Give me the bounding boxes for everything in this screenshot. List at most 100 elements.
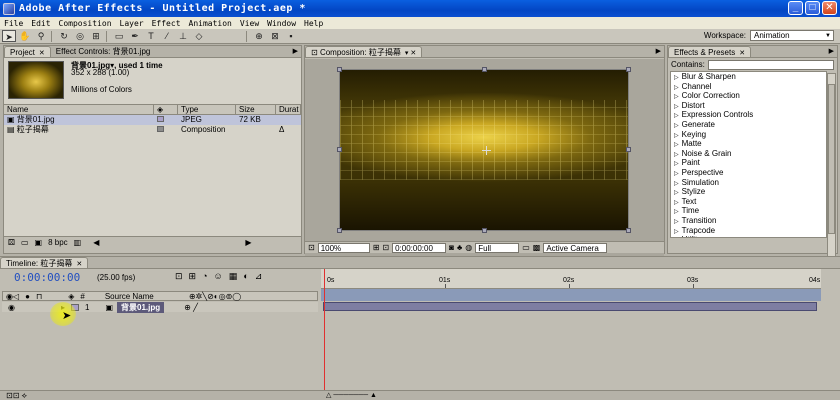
workspace-dropdown[interactable]: Animation [750, 30, 834, 41]
panel-menu-icon[interactable]: ▶ [656, 47, 661, 55]
title-action-safe-icon[interactable]: ⊞ [373, 243, 380, 252]
layer-duration-bar[interactable] [323, 302, 817, 311]
time-ruler[interactable]: 0s 01s 02s 03s 04s [321, 269, 821, 289]
effects-category-item[interactable]: ▷ Stylize [671, 187, 826, 197]
expand-triangle-icon[interactable]: ▷ [674, 94, 679, 100]
expand-triangle-icon[interactable]: ▷ [674, 181, 679, 187]
timeline-current-time[interactable]: 0:00:00:00 [14, 271, 80, 284]
composition-mini-flowchart-icon[interactable]: ⊡ [175, 271, 183, 282]
expand-triangle-icon[interactable]: ▷ [674, 113, 679, 119]
source-name-column[interactable]: Source Name [102, 292, 186, 301]
effects-category-item[interactable]: ▷Utility [671, 235, 826, 237]
menu-animation[interactable]: Animation [185, 19, 236, 28]
current-time-field[interactable]: 0:00:00:00 [392, 242, 447, 253]
expand-triangle-icon[interactable]: ▷ [674, 123, 679, 129]
column-header-duration[interactable]: Durat [276, 105, 301, 114]
effects-category-item[interactable]: ▷ Text [671, 197, 826, 207]
world-axis-mode-icon[interactable]: ⊠ [268, 30, 282, 42]
resolution-dropdown[interactable]: Full [475, 242, 520, 253]
effects-category-item[interactable]: ▷ Expression Controls [671, 110, 826, 120]
layer-handle[interactable] [337, 228, 342, 233]
column-header-size[interactable]: Size [236, 105, 276, 114]
magnification-dropdown[interactable]: 100% [317, 242, 370, 253]
menu-view[interactable]: View [236, 19, 263, 28]
effects-category-item[interactable]: ▷ Keying [671, 130, 826, 140]
column-header-type[interactable]: Type [178, 105, 236, 114]
snapshot-icon[interactable]: ◙ [449, 243, 454, 252]
effects-category-item[interactable]: ▷ Transition [671, 216, 826, 226]
brush-tool-icon[interactable]: ⁄ [160, 30, 174, 42]
effects-category-item[interactable]: ▷ Time [671, 206, 826, 216]
layer-handle[interactable] [626, 67, 631, 72]
contains-search-input[interactable] [707, 59, 834, 70]
scroll-right-icon[interactable]: ▶ [245, 238, 251, 247]
motion-blur-icon[interactable]: ◐ [243, 271, 248, 282]
expand-triangle-icon[interactable]: ▷ [674, 152, 679, 158]
menu-edit[interactable]: Edit [27, 19, 54, 28]
label-color-swatch[interactable] [157, 126, 164, 132]
effects-category-item[interactable]: ▷ Color Correction [671, 91, 826, 101]
table-row[interactable]: ▤ 粒子揭幕 Composition Δ [4, 125, 301, 135]
column-header-name[interactable]: Name [4, 105, 154, 114]
panel-menu-icon[interactable]: ▶ [293, 47, 298, 55]
expand-triangle-icon[interactable]: ▷ [674, 85, 679, 91]
menu-file[interactable]: File [0, 19, 27, 28]
solo-column-icon[interactable]: ● [22, 292, 33, 301]
panel-menu-icon[interactable]: ▶ [829, 47, 834, 55]
layer-handle[interactable] [626, 228, 631, 233]
rotation-tool-icon[interactable]: ↻ [57, 30, 71, 42]
mask-view-icon[interactable]: ⊡ [382, 243, 389, 252]
label-color-swatch[interactable] [157, 116, 164, 122]
effects-category-item[interactable]: ▷ Paint [671, 158, 826, 168]
zoom-out-icon[interactable]: △ ─────── ▲ [326, 391, 377, 399]
eye-icon[interactable]: ◉ [8, 303, 15, 312]
layer-handle[interactable] [626, 147, 631, 152]
camera-view-dropdown[interactable]: Active Camera [543, 242, 608, 253]
tab-effect-controls[interactable]: Effect Controls: 背景01.jpg [51, 46, 156, 57]
label-column-icon[interactable]: ◈ [65, 292, 77, 301]
graph-editor-icon[interactable]: ⊿ [255, 271, 263, 282]
expand-triangle-icon[interactable]: ▷ [674, 209, 679, 215]
expand-triangle-icon[interactable]: ▷ [674, 104, 679, 110]
interpret-footage-icon[interactable]: ⚄ [8, 238, 15, 247]
current-time-indicator[interactable] [324, 269, 325, 400]
hand-tool-icon[interactable]: ✋ [18, 30, 32, 42]
layer-switches[interactable]: ⊕ ╱ [184, 303, 198, 312]
scroll-left-icon[interactable]: ◀ [93, 238, 99, 247]
region-of-interest-icon[interactable]: ▭ [522, 243, 530, 252]
effects-category-item[interactable]: ▷ Distort [671, 101, 826, 111]
effects-category-item[interactable]: ▷ Matte [671, 139, 826, 149]
menu-layer[interactable]: Layer [116, 19, 148, 28]
visibility-column-icon[interactable]: ◉◁ [3, 292, 22, 301]
expand-triangle-icon[interactable]: ▷ [674, 200, 679, 206]
work-area-bar[interactable] [321, 289, 821, 301]
orbit-camera-tool-icon[interactable]: ◎ [73, 30, 87, 42]
trash-icon[interactable]: ▥ [74, 238, 82, 247]
zoom-tool-icon[interactable]: ⚲ [34, 30, 48, 42]
layer-handle[interactable] [482, 67, 487, 72]
frame-blending-icon[interactable]: ▦ [229, 271, 238, 282]
live-update-icon[interactable]: ⊞ [189, 271, 197, 282]
time-graph[interactable]: 0s 01s 02s 03s 04s [321, 269, 821, 400]
toggle-switches-icon[interactable]: ⊡⊡ ⟡ [6, 391, 27, 400]
new-folder-icon[interactable]: ▭ [21, 238, 29, 247]
expand-triangle-icon[interactable]: ▷ [674, 229, 679, 235]
menu-window[interactable]: Window [263, 19, 300, 28]
effects-category-item[interactable]: ▷ Channel [671, 82, 826, 92]
pen-tool-icon[interactable]: ✒ [128, 30, 142, 42]
clone-stamp-tool-icon[interactable]: ⊥ [176, 30, 190, 42]
effects-category-item[interactable]: ▷ Perspective [671, 168, 826, 178]
effects-category-item[interactable]: ▷ Simulation [671, 178, 826, 188]
menu-help[interactable]: Help [300, 19, 327, 28]
effects-category-item[interactable]: ▷ Trapcode [671, 226, 826, 236]
timeline-layer-area[interactable] [2, 313, 318, 390]
pan-behind-tool-icon[interactable]: ⊞ [89, 30, 103, 42]
effects-category-item[interactable]: ▷ Noise & Grain [671, 149, 826, 159]
mask-tool-icon[interactable]: ▭ [112, 30, 126, 42]
expand-triangle-icon[interactable]: ▷ [674, 161, 679, 167]
selection-tool-icon[interactable]: ➤ [2, 30, 16, 42]
expand-triangle-icon[interactable]: ▷ [674, 219, 679, 225]
expand-triangle-icon[interactable]: ▷ [674, 142, 679, 148]
effects-category-item[interactable]: ▷ Blur & Sharpen [671, 72, 826, 82]
effects-scrollbar[interactable] [827, 73, 836, 266]
